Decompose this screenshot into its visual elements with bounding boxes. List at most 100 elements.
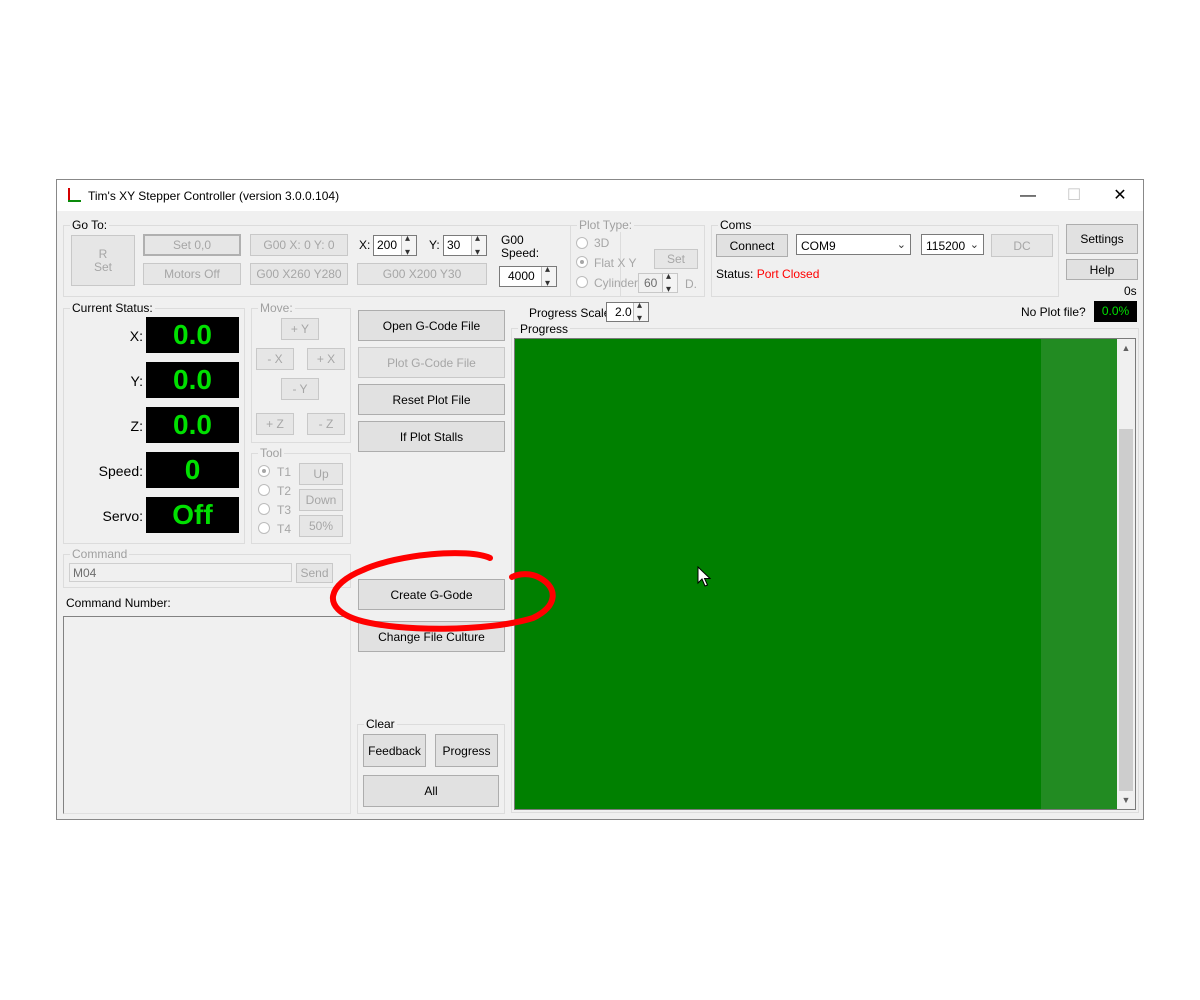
cylinder-unit-label: D. (685, 277, 697, 291)
plot-file-label: No Plot file? (1021, 305, 1086, 319)
tool-t4-radio[interactable] (258, 522, 270, 534)
progress-scale-label: Progress Scale: (529, 306, 614, 320)
red-annotation-circle (329, 550, 556, 632)
move-minus-y-button[interactable]: - Y (281, 378, 319, 400)
clear-all-button[interactable]: All (363, 775, 499, 807)
coms-status: Status: Port Closed (716, 267, 819, 281)
app-axes-icon (68, 188, 81, 202)
tool-up-button[interactable]: Up (299, 463, 343, 485)
progress-scrollbar[interactable]: ▲ ▼ (1117, 339, 1135, 809)
y-target-spinner[interactable] (471, 233, 486, 258)
plot-3d-label: 3D (594, 236, 610, 250)
x-target-value: 200 (377, 238, 398, 252)
current-status-label: Current Status: (70, 301, 155, 315)
tool-t1-radio[interactable] (258, 465, 270, 477)
y-target-label: Y: (429, 238, 440, 252)
g00-speed-spinner[interactable] (541, 264, 556, 289)
elapsed-time: 0s (1124, 284, 1137, 298)
open-gcode-button[interactable]: Open G-Code File (358, 310, 505, 341)
goto-x0-y0-button[interactable]: G00 X: 0 Y: 0 (250, 234, 348, 256)
progress-scale-spinner[interactable] (633, 300, 648, 324)
tool-t2-radio[interactable] (258, 484, 270, 496)
goto-x260-y280-button[interactable]: G00 X260 Y280 (250, 263, 348, 285)
status-x-label: X: (129, 328, 143, 344)
g00-speed-value: 4000 (508, 269, 535, 283)
reset-plot-button[interactable]: Reset Plot File (358, 384, 505, 415)
tool-t4-label: T4 (277, 522, 292, 536)
clear-feedback-button[interactable]: Feedback (363, 734, 426, 767)
mouse-cursor-icon (697, 566, 711, 587)
scroll-down-arrow[interactable]: ▼ (1117, 791, 1135, 809)
plot-cylinder-radio[interactable] (576, 276, 588, 288)
move-minus-x-button[interactable]: - X (256, 348, 294, 370)
command-number-label: Command Number: (66, 596, 171, 610)
title-bar[interactable]: Tim's XY Stepper Controller (version 3.0… (57, 180, 1143, 211)
plot-gcode-button[interactable]: Plot G-Code File (358, 347, 505, 378)
connect-button[interactable]: Connect (716, 234, 788, 257)
coms-status-label: Status: (716, 267, 754, 281)
move-plus-x-button[interactable]: + X (307, 348, 345, 370)
cylinder-diameter-spinner[interactable] (662, 271, 677, 295)
tool-t1-label: T1 (277, 465, 292, 479)
settings-button[interactable]: Settings (1066, 224, 1138, 254)
progress-percent-display: 0.0% (1094, 301, 1137, 322)
coms-status-value: Port Closed (756, 267, 820, 281)
g00-speed-input[interactable]: 4000 (499, 264, 557, 289)
tool-t2-label: T2 (277, 484, 292, 498)
baud-value: 115200 (926, 239, 966, 253)
x-target-spinner[interactable] (401, 233, 416, 258)
tool-50pct-button[interactable]: 50% (299, 515, 343, 537)
plot-3d-radio[interactable] (576, 237, 588, 249)
status-z-label: Z: (130, 418, 143, 434)
status-servo-label: Servo: (102, 508, 143, 524)
maximize-button[interactable]: ☐ (1051, 180, 1097, 211)
clear-label: Clear (364, 717, 397, 731)
command-input[interactable]: M04 (69, 563, 292, 582)
motors-off-button[interactable]: Motors Off (143, 263, 241, 285)
command-log-box[interactable] (63, 616, 351, 814)
cylinder-diameter-input[interactable]: 60 (638, 271, 678, 295)
tool-down-button[interactable]: Down (299, 489, 343, 511)
y-target-input[interactable]: 30 (443, 233, 487, 258)
port-select[interactable]: COM9 ⌄ (796, 234, 911, 255)
plot-type-set-button[interactable]: Set (654, 249, 698, 269)
plot-flat-radio[interactable] (576, 256, 588, 268)
baud-select[interactable]: 115200 ⌄ (921, 234, 984, 255)
x-target-label: X: (359, 238, 371, 252)
progress-scale-value: 2.0 (615, 305, 632, 319)
move-minus-z-button[interactable]: - Z (307, 413, 345, 435)
disconnect-button[interactable]: DC (991, 234, 1053, 257)
window-title: Tim's XY Stepper Controller (version 3.0… (88, 189, 340, 203)
scroll-up-arrow[interactable]: ▲ (1117, 339, 1135, 357)
x-target-input[interactable]: 200 (373, 233, 417, 258)
minimize-button[interactable]: — (1005, 180, 1051, 211)
status-x-display: 0.0 (146, 317, 239, 353)
y-target-value: 30 (447, 238, 461, 252)
progress-plot-area (515, 339, 1041, 809)
set-origin-button[interactable]: Set 0,0 (143, 234, 241, 256)
r-set-button[interactable]: R Set (71, 235, 135, 286)
plot-cylinder-label: Cylinder (594, 276, 639, 290)
move-label: Move: (258, 301, 295, 315)
progress-textbox[interactable]: ▲ ▼ (514, 338, 1136, 810)
tool-t3-label: T3 (277, 503, 292, 517)
move-plus-y-button[interactable]: + Y (281, 318, 319, 340)
status-y-label: Y: (130, 373, 143, 389)
progress-scale-input[interactable]: 2.0 (606, 300, 649, 324)
move-plus-z-button[interactable]: + Z (256, 413, 294, 435)
clear-progress-button[interactable]: Progress (435, 734, 498, 767)
goto-label: Go To: (70, 218, 110, 232)
tool-t3-radio[interactable] (258, 503, 270, 515)
if-plot-stalls-button[interactable]: If Plot Stalls (358, 421, 505, 452)
status-z-display: 0.0 (146, 407, 239, 443)
status-y-display: 0.0 (146, 362, 239, 398)
g00-speed-line2: Speed: (501, 246, 540, 260)
close-button[interactable]: ✕ (1097, 180, 1143, 211)
help-button[interactable]: Help (1066, 259, 1138, 280)
status-speed-display: 0 (146, 452, 239, 488)
goto-x200-y30-button[interactable]: G00 X200 Y30 (357, 263, 487, 285)
g00-speed-label: G00 Speed: (501, 234, 539, 260)
command-input-value: M04 (73, 566, 97, 580)
r-set-line1: R (98, 246, 108, 261)
scroll-thumb[interactable] (1119, 429, 1133, 791)
